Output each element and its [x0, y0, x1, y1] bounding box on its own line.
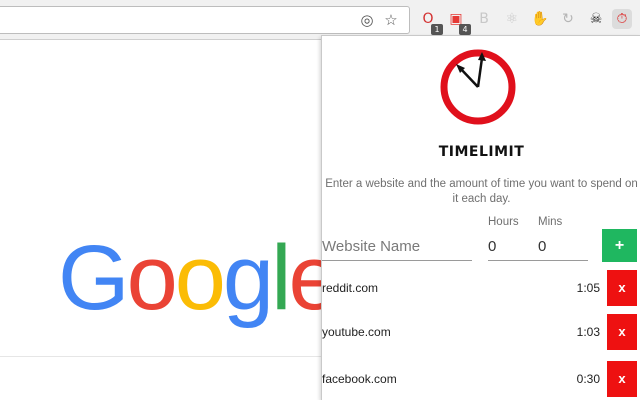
location-target-icon[interactable]: ◎: [359, 13, 375, 29]
google-logo: Google: [58, 227, 340, 329]
site-time: 1:03: [576, 325, 600, 339]
page-divider: [0, 356, 322, 357]
address-bar[interactable]: ◎ ☆: [0, 6, 410, 34]
app-title: TIMELIMIT: [438, 144, 525, 160]
hours-label: Hours: [488, 216, 519, 228]
delete-site-button[interactable]: x: [607, 314, 637, 350]
google-logo-letter: o: [174, 227, 226, 329]
site-name: reddit.com: [322, 281, 379, 295]
site-time: 0:30: [576, 372, 600, 386]
mins-label: Mins: [538, 216, 563, 228]
lastpass-icon[interactable]: O1: [418, 9, 443, 35]
google-logo-letter: l: [271, 227, 292, 329]
site-row: youtube.com 1:03 x: [322, 314, 640, 350]
google-logo-letter: g: [222, 227, 274, 329]
extension-badge: 1: [431, 24, 443, 35]
hand-icon[interactable]: ✋: [530, 9, 550, 29]
delete-site-button[interactable]: x: [607, 361, 637, 397]
clock-logo-icon: [440, 49, 516, 125]
delete-site-button[interactable]: x: [607, 270, 637, 306]
website-name-input[interactable]: [322, 233, 472, 261]
add-site-button[interactable]: +: [602, 229, 637, 262]
site-name: facebook.com: [322, 372, 397, 386]
timelimit-icon[interactable]: ⏱: [612, 9, 632, 29]
app-description: Enter a website and the amount of time y…: [325, 178, 638, 205]
mins-input[interactable]: [538, 233, 588, 261]
extension-badge: 4: [459, 24, 471, 35]
calendar-icon[interactable]: ▣ 4: [446, 9, 471, 35]
site-name: youtube.com: [322, 325, 391, 339]
bookmark-star-icon[interactable]: ☆: [383, 13, 399, 29]
site-row: facebook.com 0:30 x: [322, 361, 640, 397]
site-time: 1:05: [576, 281, 600, 295]
google-logo-letter: G: [58, 227, 130, 329]
react-icon[interactable]: ⚛: [502, 9, 522, 29]
timelimit-popup: TIMELIMIT Enter a website and the amount…: [321, 35, 640, 400]
refresh-icon[interactable]: ↻: [558, 9, 578, 29]
b-extension-icon[interactable]: B: [474, 9, 494, 29]
site-row: reddit.com 1:05 x: [322, 270, 640, 306]
browser-window: ◎ ☆ O 1 ▣ 4 B ⚛ ✋ ↻ ☠ ⏱ Google TIMELIMIT Enter a …: [0, 0, 640, 400]
google-logo-letter: o: [126, 227, 178, 329]
pirate-icon[interactable]: ☠: [586, 9, 606, 29]
browser-toolbar: ◎ ☆ O 1 ▣ 4 B ⚛ ✋ ↻ ☠ ⏱: [0, 0, 640, 40]
